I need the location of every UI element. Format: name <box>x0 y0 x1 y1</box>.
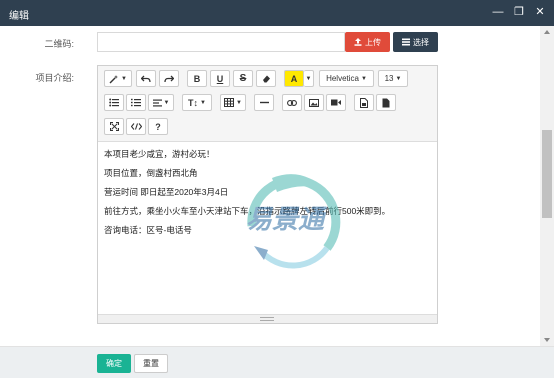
paragraph-align-icon[interactable]: ▼ <box>148 94 174 111</box>
content-line: 前往方式，乘坐小火车至小天津站下车，沿指示路牌左转后前行500米即到。 <box>104 206 391 216</box>
strikethrough-button[interactable]: S <box>233 70 253 87</box>
heading-select[interactable]: T↕ ▼ <box>182 94 212 111</box>
intro-label: 项目介绍: <box>35 73 74 83</box>
confirm-button[interactable]: 确定 <box>97 354 131 373</box>
select-button[interactable]: 选择 <box>393 32 438 52</box>
highlight-color-button[interactable]: A <box>284 70 304 87</box>
close-icon[interactable]: ✕ <box>533 5 547 19</box>
dialog-content: 二维码: 上传 选择 项目介绍: ▼ B U S A ▼ Helvetica ▼… <box>0 26 540 346</box>
font-size-value: 13 <box>384 74 394 83</box>
image-icon[interactable] <box>304 94 324 111</box>
content-line: 项目位置，倒盏村西北角 <box>104 168 198 178</box>
code-view-icon[interactable] <box>126 118 146 135</box>
font-family-value: Helvetica <box>326 74 359 83</box>
upload-icon <box>354 38 362 46</box>
reset-button[interactable]: 重置 <box>134 354 168 373</box>
font-size-select[interactable]: 13 ▼ <box>378 70 408 87</box>
select-button-label: 选择 <box>413 37 429 47</box>
vertical-scrollbar[interactable] <box>540 26 554 346</box>
scroll-up-icon[interactable] <box>544 30 550 34</box>
dialog-footer: 确定 重置 <box>0 346 554 378</box>
dialog-title: 编辑 <box>9 11 29 22</box>
content-line: 本项目老少咸宜，游村必玩！ <box>104 149 215 159</box>
scroll-down-icon[interactable] <box>544 338 550 342</box>
upload-button-label: 上传 <box>365 37 381 47</box>
editor-toolbar: ▼ B U S A ▼ Helvetica ▼ 13 ▼ ▼ T↕ ▼ ▼ ? <box>98 66 437 142</box>
file-image-icon[interactable] <box>354 94 374 111</box>
content-line: 营运时间 即日起至2020年3月4日 <box>104 187 229 197</box>
undo-icon[interactable] <box>136 70 156 87</box>
link-icon[interactable] <box>282 94 302 111</box>
redo-icon[interactable] <box>159 70 179 87</box>
bold-button[interactable]: B <box>187 70 207 87</box>
qrcode-label: 二维码: <box>44 39 74 49</box>
editor-resize-handle[interactable] <box>98 314 437 323</box>
minimize-icon[interactable]: — <box>491 5 505 19</box>
video-icon[interactable] <box>326 94 346 111</box>
content-line: 咨询电话：区号-电话号 <box>104 225 192 235</box>
horizontal-rule-icon[interactable] <box>254 94 274 111</box>
heading-icon: T↕ <box>188 97 199 108</box>
table-icon[interactable]: ▼ <box>220 94 246 111</box>
font-family-select[interactable]: Helvetica ▼ <box>319 70 374 87</box>
rich-text-editor: ▼ B U S A ▼ Helvetica ▼ 13 ▼ ▼ T↕ ▼ ▼ ? … <box>97 65 438 324</box>
ordered-list-icon[interactable] <box>126 94 146 111</box>
qrcode-input[interactable] <box>97 32 345 52</box>
help-button[interactable]: ? <box>148 118 168 135</box>
dialog-titlebar: 编辑 — ❐ ✕ <box>0 0 554 26</box>
underline-button[interactable]: U <box>210 70 230 87</box>
resize-grip-icon <box>260 317 274 321</box>
eraser-icon[interactable] <box>256 70 276 87</box>
highlight-color-dropdown[interactable]: ▼ <box>304 70 314 87</box>
editor-content[interactable]: 本项目老少咸宜，游村必玩！ 项目位置，倒盏村西北角 营运时间 即日起至2020年… <box>98 142 437 315</box>
upload-button[interactable]: 上传 <box>345 32 390 52</box>
maximize-icon[interactable]: ❐ <box>512 5 526 19</box>
file-icon[interactable] <box>376 94 396 111</box>
list-icon <box>402 38 410 46</box>
scroll-thumb[interactable] <box>542 130 552 218</box>
unordered-list-icon[interactable] <box>104 94 124 111</box>
fullscreen-icon[interactable] <box>104 118 124 135</box>
magic-wand-icon[interactable]: ▼ <box>104 70 132 87</box>
